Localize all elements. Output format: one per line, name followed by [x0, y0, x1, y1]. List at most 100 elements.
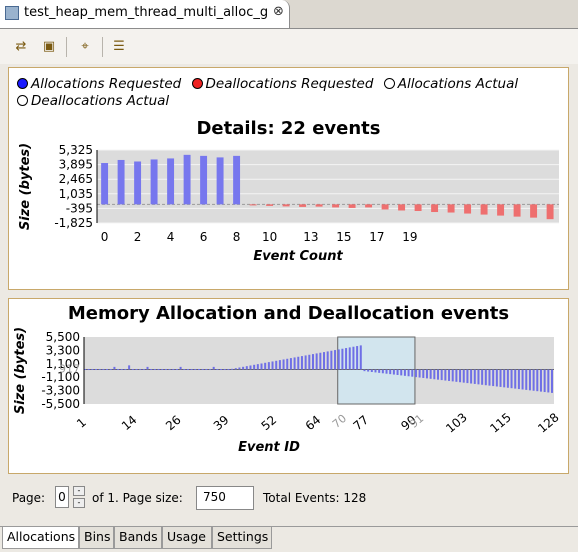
event-bar: [109, 369, 112, 371]
event-bar: [536, 369, 539, 392]
event-bar: [87, 369, 90, 371]
zoom-fit-icon[interactable]: ⌖: [76, 38, 94, 56]
refresh-icon[interactable]: ⇄: [12, 38, 30, 56]
event-bar: [359, 345, 362, 370]
alloc-bar: [134, 161, 142, 205]
bottom-tab-bar: Allocations Bins Bands Usage Settings: [0, 526, 578, 552]
page-down-button[interactable]: -: [73, 498, 85, 508]
close-icon[interactable]: ⊗: [273, 4, 284, 19]
toolbar-separator: [102, 37, 103, 57]
tab-usage[interactable]: Usage: [162, 527, 212, 549]
event-bar: [124, 369, 127, 371]
legend-label: Allocations Requested: [31, 76, 182, 92]
dealloc-bar: [398, 204, 406, 211]
event-bar: [532, 369, 535, 391]
events-chart[interactable]: 5,5003,3001,100-1,100-3,300-5,5009171 14 2…: [9, 327, 568, 472]
dealloc-bar: [381, 204, 389, 210]
event-bar: [286, 358, 289, 370]
event-bar: [407, 369, 410, 377]
x-tick-label: 77: [351, 413, 372, 434]
event-bar: [135, 369, 138, 371]
event-bar: [451, 369, 454, 382]
plot-area: [84, 337, 554, 404]
event-bar: [348, 347, 351, 370]
list-icon[interactable]: ☰: [110, 38, 128, 56]
event-bar: [551, 369, 553, 393]
dealloc-bar: [464, 204, 472, 214]
event-bar: [411, 369, 414, 377]
alloc-bar: [233, 155, 241, 205]
event-bar: [234, 368, 237, 370]
y-tick-label: 1,035: [59, 187, 93, 201]
tab-bands[interactable]: Bands: [114, 527, 162, 549]
details-chart-title: Details: 22 events: [196, 118, 381, 139]
event-bar: [462, 369, 465, 383]
x-tick-label: 0: [101, 230, 109, 244]
page-up-button[interactable]: -: [73, 486, 85, 496]
event-bar: [466, 369, 469, 384]
event-bar: [106, 369, 109, 371]
export-icon[interactable]: ▣: [40, 38, 58, 56]
event-bar: [194, 369, 197, 371]
event-bar: [517, 369, 520, 390]
event-bar: [238, 367, 241, 370]
event-bar: [323, 352, 326, 370]
tab-bins[interactable]: Bins: [79, 527, 114, 549]
toolbar-separator: [66, 37, 67, 57]
event-bar: [514, 369, 517, 389]
y-axis-label: Size (bytes): [18, 143, 33, 230]
event-bar: [253, 364, 256, 370]
event-bar: [385, 369, 388, 374]
x-tick-label: 15: [336, 230, 351, 244]
event-bar: [352, 346, 355, 370]
event-bar: [150, 369, 153, 371]
details-chart[interactable]: 5,3253,8952,4651,035-395-1,825 0 2 4 6 8 10 13 1…: [9, 140, 568, 290]
event-bar: [437, 369, 440, 380]
event-bar: [227, 369, 230, 371]
event-bar: [543, 369, 546, 393]
legend-item-allocations-requested[interactable]: Allocations Requested: [17, 76, 181, 93]
event-bar: [425, 369, 428, 379]
alloc-bar: [167, 158, 175, 205]
x-axis-label: Event Count: [253, 249, 343, 264]
event-bar: [183, 369, 186, 371]
dealloc-bar: [431, 204, 439, 213]
y-tick-label: 3,300: [46, 343, 80, 357]
dealloc-bar: [546, 204, 554, 220]
tab-allocations[interactable]: Allocations: [2, 527, 79, 549]
x-tick-label: 13: [303, 230, 318, 244]
y-tick-label: -1,825: [54, 216, 93, 230]
legend-item-deallocations-actual[interactable]: Deallocations Actual: [17, 93, 169, 110]
event-bar: [113, 366, 116, 370]
event-bar: [242, 366, 245, 370]
overlay-tick-label: 917: [59, 363, 80, 376]
event-bar: [142, 369, 145, 371]
event-bar: [186, 369, 189, 371]
event-bar: [488, 369, 491, 386]
event-bar: [414, 369, 417, 378]
event-bar: [293, 357, 296, 370]
legend-item-deallocations-requested[interactable]: Deallocations Requested: [191, 76, 373, 93]
event-bar: [190, 369, 193, 371]
event-bar: [363, 369, 366, 372]
editor-tab[interactable]: test_heap_mem_thread_multi_alloc_g ⊗: [0, 0, 290, 28]
selection-boundary-label: 70: [330, 412, 349, 431]
chart-legend: Allocations Requested Deallocations Requ…: [17, 76, 537, 110]
event-bar: [220, 369, 223, 371]
event-bar: [433, 369, 436, 380]
page-spinner-input[interactable]: 0: [55, 486, 69, 508]
alloc-bar: [200, 155, 208, 205]
legend-item-allocations-actual[interactable]: Allocations Actual: [383, 76, 518, 93]
event-bar: [197, 369, 200, 371]
blue-dot-icon: [17, 78, 28, 89]
total-events-label: Total Events: 128: [263, 491, 367, 505]
dealloc-bar: [282, 204, 290, 207]
page-size-input[interactable]: 750: [196, 486, 254, 510]
details-panel: Allocations Requested Deallocations Requ…: [8, 67, 569, 290]
event-bar: [528, 369, 531, 391]
white-dot-icon: [17, 95, 28, 106]
dealloc-bar: [249, 204, 257, 206]
event-bar: [330, 350, 333, 370]
tab-settings[interactable]: Settings: [212, 527, 272, 549]
event-bar: [539, 369, 542, 392]
